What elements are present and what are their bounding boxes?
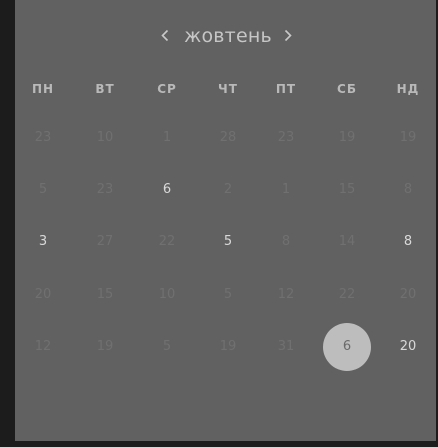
day-cell[interactable]: 3 [23, 232, 63, 252]
next-month-button[interactable] [278, 22, 298, 50]
day-cell[interactable]: 2 [208, 180, 248, 200]
day-cell[interactable]: 22 [327, 285, 367, 305]
day-cell[interactable]: 1 [266, 180, 306, 200]
weekday-label: ПТ [275, 82, 297, 96]
day-cell[interactable]: 5 [208, 232, 248, 252]
day-cell[interactable]: 23 [266, 128, 306, 148]
day-cell[interactable]: 12 [23, 337, 63, 357]
weekday-label: СР [157, 82, 177, 96]
day-cell[interactable]: 5 [23, 180, 63, 200]
day-cell[interactable]: 12 [266, 285, 306, 305]
weekday-label: ПН [31, 82, 55, 96]
day-cell[interactable]: 20 [388, 285, 428, 305]
chevron-left-icon [161, 29, 169, 42]
weekday-label: НД [396, 82, 420, 96]
day-cell[interactable]: 1 [147, 128, 187, 148]
day-cell[interactable]: 20 [388, 337, 428, 357]
month-title: жовтень [184, 25, 272, 47]
day-cell[interactable]: 20 [23, 285, 63, 305]
day-cell[interactable]: 15 [327, 180, 367, 200]
day-cell[interactable]: 22 [147, 232, 187, 252]
day-cell[interactable]: 28 [208, 128, 248, 148]
day-cell[interactable]: 31 [266, 337, 306, 357]
weekday-label: ЧТ [218, 82, 238, 96]
day-cell[interactable]: 8 [388, 232, 428, 252]
chevron-right-icon [284, 29, 292, 42]
day-cell[interactable]: 19 [388, 128, 428, 148]
day-cell[interactable]: 5 [147, 337, 187, 357]
weekday-label: СБ [337, 82, 357, 96]
day-cell[interactable]: 14 [327, 232, 367, 252]
month-header: жовтень [15, 22, 436, 50]
weekday-label: ВТ [95, 82, 115, 96]
day-cell[interactable]: 15 [85, 285, 125, 305]
calendar-panel: жовтень ПН ВТ СР ЧТ ПТ СБ НД 23 10 1 28 23 19 19 5 23 6… [15, 0, 436, 441]
day-cell-selected[interactable]: 6 [323, 323, 371, 371]
day-cell[interactable]: 19 [208, 337, 248, 357]
day-cell[interactable]: 10 [147, 285, 187, 305]
day-cell[interactable]: 23 [85, 180, 125, 200]
day-cell[interactable]: 10 [85, 128, 125, 148]
day-cell[interactable]: 5 [208, 285, 248, 305]
day-cell[interactable]: 23 [23, 128, 63, 148]
day-cell[interactable]: 19 [327, 128, 367, 148]
day-cell[interactable]: 19 [85, 337, 125, 357]
day-cell[interactable]: 6 [147, 180, 187, 200]
prev-month-button[interactable] [155, 22, 175, 50]
day-cell[interactable]: 8 [266, 232, 306, 252]
day-cell[interactable]: 8 [388, 180, 428, 200]
day-cell[interactable]: 27 [85, 232, 125, 252]
